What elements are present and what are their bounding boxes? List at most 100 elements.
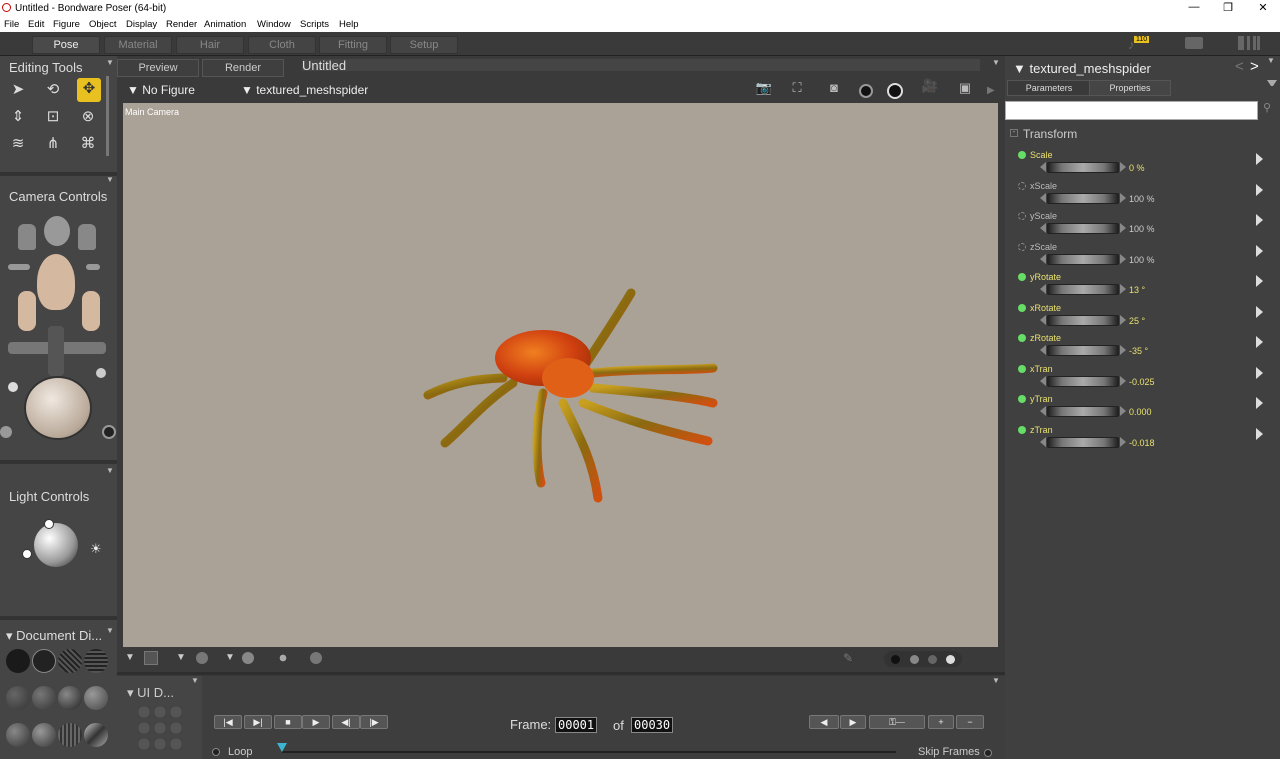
increment-arrow-icon[interactable] bbox=[1120, 406, 1126, 416]
timeline-track[interactable] bbox=[282, 751, 896, 753]
more-arrow-icon[interactable]: ▶ bbox=[987, 85, 995, 96]
decrement-arrow-icon[interactable] bbox=[1040, 376, 1046, 386]
taper-tool-icon[interactable]: ⊗ bbox=[77, 106, 99, 128]
param-key-dot[interactable] bbox=[1018, 212, 1026, 220]
tab-parameters[interactable]: Parameters bbox=[1007, 80, 1091, 96]
timeline-splitter[interactable] bbox=[117, 672, 1005, 675]
increment-arrow-icon[interactable] bbox=[1120, 284, 1126, 294]
cartoon-style-icon[interactable] bbox=[84, 686, 108, 710]
param-key-dot[interactable] bbox=[1018, 304, 1026, 312]
param-menu-icon[interactable] bbox=[1256, 184, 1263, 196]
doc-menu-icon[interactable]: ▼ bbox=[992, 58, 1001, 67]
light-handle-top-icon[interactable] bbox=[44, 519, 54, 529]
current-frame-input[interactable]: 00001 bbox=[555, 717, 598, 733]
param-menu-icon[interactable] bbox=[1256, 306, 1263, 318]
param-dial[interactable] bbox=[1047, 345, 1119, 356]
texture-shaded-style-icon[interactable] bbox=[58, 723, 82, 747]
color-tool-icon[interactable]: ⋔ bbox=[42, 133, 64, 155]
tab-preview[interactable]: Preview bbox=[117, 59, 199, 77]
tab-pose[interactable]: Pose bbox=[32, 36, 100, 54]
light-panel-menu-icon[interactable]: ▼ bbox=[106, 466, 115, 475]
twist-tool-icon[interactable]: ⇕ bbox=[7, 106, 29, 128]
scale-tool-icon[interactable]: ⊡ bbox=[42, 106, 64, 128]
last-frame-button[interactable]: ▶| bbox=[244, 715, 272, 729]
shadow-cam-right-icon[interactable] bbox=[86, 264, 100, 270]
close-button[interactable]: ✕ bbox=[1252, 1, 1274, 15]
next-key-button[interactable]: ▶ bbox=[840, 715, 866, 729]
quick-style-dot-2[interactable] bbox=[910, 655, 919, 664]
menu-file[interactable]: File bbox=[4, 19, 19, 30]
param-value[interactable]: 0.000 bbox=[1129, 407, 1152, 417]
param-value[interactable]: 13 ° bbox=[1129, 285, 1145, 295]
camera-style-dropdown-icon[interactable]: ▼ bbox=[125, 652, 135, 663]
panel-menu-icon[interactable]: ▼ bbox=[106, 58, 115, 67]
render-sphere-active-icon[interactable] bbox=[887, 83, 903, 99]
key-icon[interactable]: ⚿━ bbox=[869, 715, 925, 729]
figure-style-dropdown-icon[interactable]: ▼ bbox=[176, 652, 186, 663]
first-frame-button[interactable]: |◀ bbox=[214, 715, 242, 729]
param-value[interactable]: 100 % bbox=[1129, 224, 1155, 234]
menu-edit[interactable]: Edit bbox=[28, 19, 44, 30]
trackball-icon[interactable] bbox=[24, 376, 92, 440]
tools-scrollbar[interactable] bbox=[106, 76, 109, 156]
param-menu-icon[interactable] bbox=[1256, 397, 1263, 409]
maximize-button[interactable]: ❐ bbox=[1217, 1, 1239, 15]
param-menu-icon[interactable] bbox=[1256, 153, 1263, 165]
param-key-dot[interactable] bbox=[1018, 395, 1026, 403]
actor-title[interactable]: ▼ textured_meshspider bbox=[1013, 61, 1151, 76]
param-value[interactable]: -0.025 bbox=[1129, 377, 1155, 387]
shadow-ball-icon[interactable] bbox=[310, 652, 322, 664]
param-dial[interactable] bbox=[1047, 315, 1119, 326]
figure-select[interactable]: ▼ No Figure bbox=[127, 83, 195, 97]
tab-render[interactable]: Render bbox=[202, 59, 284, 77]
light-handle-left-icon[interactable] bbox=[22, 549, 32, 559]
increment-arrow-icon[interactable] bbox=[1120, 223, 1126, 233]
param-key-dot[interactable] bbox=[1018, 426, 1026, 434]
menu-animation[interactable]: Animation bbox=[204, 19, 246, 30]
panel-divider-2[interactable] bbox=[0, 460, 117, 464]
group-collapse-icon[interactable]: - bbox=[1010, 129, 1018, 137]
menu-help[interactable]: Help bbox=[339, 19, 359, 30]
animation-menu-icon[interactable]: ▼ bbox=[992, 676, 1001, 685]
menu-figure[interactable]: Figure bbox=[53, 19, 80, 30]
timeline-playhead[interactable] bbox=[277, 743, 287, 752]
tab-hair[interactable]: Hair bbox=[176, 36, 244, 54]
right-hand-camera-icon[interactable] bbox=[78, 224, 96, 250]
next-frame-button[interactable]: |▶ bbox=[360, 715, 388, 729]
chat-icon[interactable] bbox=[1185, 37, 1203, 49]
param-key-dot[interactable] bbox=[1018, 182, 1026, 190]
translate-tool-icon[interactable]: ✥ bbox=[77, 78, 101, 102]
figure-style-square-icon[interactable] bbox=[144, 651, 158, 665]
camera-icon[interactable]: 📷 bbox=[754, 80, 774, 96]
right-hand-icon[interactable] bbox=[82, 291, 100, 331]
param-search-input[interactable] bbox=[1005, 101, 1258, 120]
camera-option-left-icon[interactable] bbox=[8, 382, 18, 392]
param-value[interactable]: -35 ° bbox=[1129, 346, 1148, 356]
pencil-icon[interactable]: ✎ bbox=[843, 651, 859, 665]
param-value[interactable]: 100 % bbox=[1129, 194, 1155, 204]
param-dial[interactable] bbox=[1047, 193, 1119, 204]
param-dial[interactable] bbox=[1047, 376, 1119, 387]
panel-divider[interactable] bbox=[0, 172, 117, 176]
stop-button[interactable]: ■ bbox=[274, 715, 302, 729]
viewport[interactable]: Main Camera bbox=[123, 103, 998, 647]
wireframe-style-icon[interactable] bbox=[58, 649, 82, 673]
actor-select[interactable]: ▼ textured_meshspider bbox=[241, 83, 368, 97]
chain-break-icon[interactable]: ≋ bbox=[7, 133, 29, 155]
param-menu-icon[interactable] bbox=[1256, 245, 1263, 257]
loop-radio[interactable] bbox=[212, 748, 220, 756]
param-menu-icon[interactable] bbox=[1256, 214, 1263, 226]
menu-window[interactable]: Window bbox=[257, 19, 291, 30]
increment-arrow-icon[interactable] bbox=[1120, 254, 1126, 264]
camera-option-right-icon[interactable] bbox=[96, 368, 106, 378]
param-value[interactable]: 0 % bbox=[1129, 163, 1145, 173]
param-value[interactable]: -0.018 bbox=[1129, 438, 1155, 448]
ui-dots-menu-icon[interactable]: ▼ bbox=[191, 676, 200, 685]
spider-figure[interactable] bbox=[123, 103, 998, 647]
param-dial[interactable] bbox=[1047, 223, 1119, 234]
decrement-arrow-icon[interactable] bbox=[1040, 193, 1046, 203]
increment-arrow-icon[interactable] bbox=[1120, 162, 1126, 172]
param-dial[interactable] bbox=[1047, 284, 1119, 295]
param-dial[interactable] bbox=[1047, 437, 1119, 448]
shadow-cam-left-icon[interactable] bbox=[8, 264, 30, 270]
